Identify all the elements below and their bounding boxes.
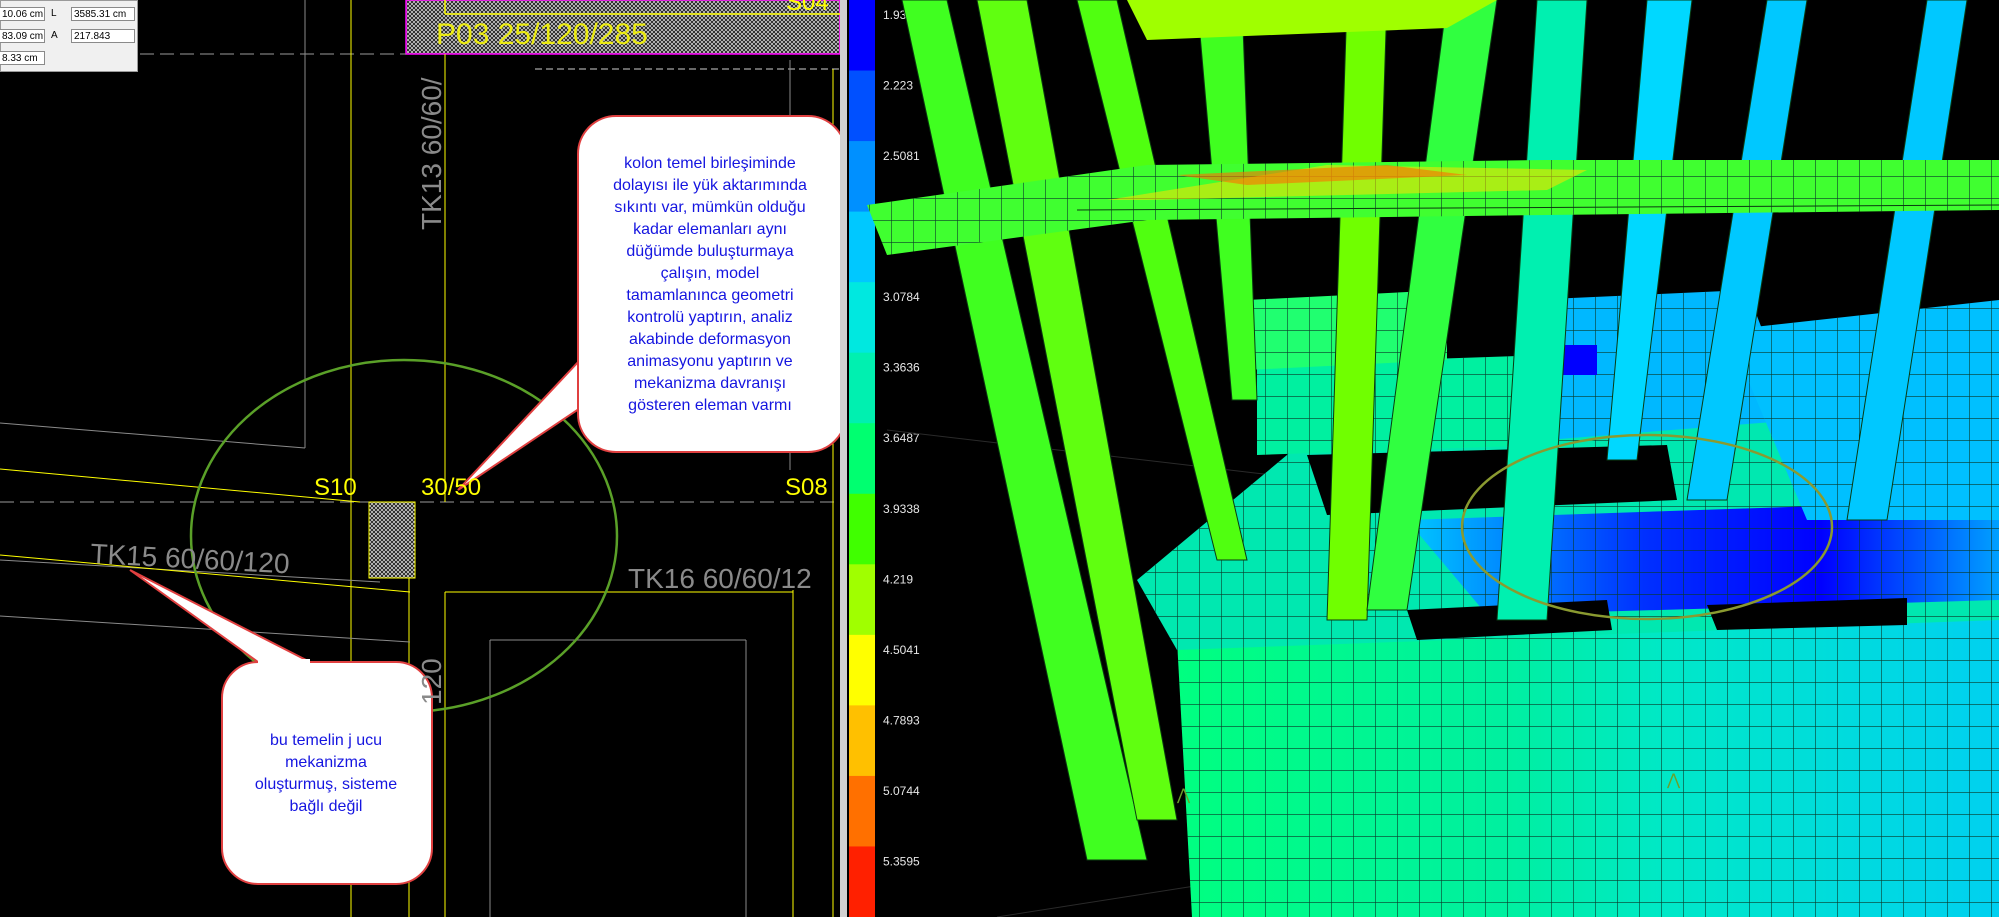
callout-bottom-box bbox=[221, 661, 433, 885]
svg-text:mekanizma davranışı: mekanizma davranışı bbox=[634, 375, 786, 392]
readout-r2-v2: 217.843 bbox=[71, 29, 135, 43]
legend-swatch bbox=[849, 423, 875, 495]
support-icon: ⋀ bbox=[1176, 787, 1191, 804]
column-label-s10: S10 bbox=[314, 474, 357, 501]
legend-swatch bbox=[849, 352, 875, 424]
legend-value: 2.223 bbox=[883, 79, 913, 93]
legend-value: 2.5081 bbox=[883, 149, 920, 163]
fem-drawing[interactable]: 1.93792.2232.50812.79333.07843.36363.648… bbox=[847, 0, 1999, 917]
readout-r1-v2: 3585.31 cm bbox=[71, 7, 135, 21]
readout-r3-v1: 8.33 cm bbox=[0, 51, 45, 65]
legend-value: 4.219 bbox=[883, 572, 913, 586]
column-s10 bbox=[368, 501, 416, 579]
svg-text:kadar elemanları aynı: kadar elemanları aynı bbox=[633, 221, 787, 238]
legend-swatch bbox=[849, 282, 875, 354]
footing-label-tk16: TK16 60/60/12 bbox=[628, 563, 812, 594]
legend-swatch bbox=[849, 70, 875, 142]
legend-swatch bbox=[849, 634, 875, 706]
legend-swatch bbox=[849, 705, 875, 777]
footing-label-tk15: TK15 60/60/120 bbox=[90, 538, 291, 579]
readout-r2-label: A bbox=[51, 30, 58, 41]
column-label-s04: S04 bbox=[786, 0, 829, 16]
legend-swatch bbox=[849, 493, 875, 565]
footing-label-partial: 120 bbox=[416, 658, 447, 705]
legend-swatch bbox=[849, 775, 875, 847]
svg-text:gösteren eleman varmı: gösteren eleman varmı bbox=[628, 397, 792, 414]
cad-plan-view[interactable]: P03 25/120/285 S04 TK13 60/60/ S10 30/50… bbox=[0, 0, 840, 917]
legend-swatch bbox=[849, 846, 875, 917]
legend-swatch bbox=[849, 141, 875, 213]
legend-value: 4.5041 bbox=[883, 643, 920, 657]
footing-label-tk13: TK13 60/60/ bbox=[416, 77, 447, 230]
svg-text:bağlı değil: bağlı değil bbox=[290, 798, 363, 815]
column-label-s08: S08 bbox=[785, 474, 828, 501]
legend-value: 3.0784 bbox=[883, 290, 920, 304]
column-size-label: 30/50 bbox=[421, 474, 481, 501]
svg-text:düğümde buluşturmaya: düğümde buluşturmaya bbox=[626, 243, 793, 260]
cad-drawing[interactable]: P03 25/120/285 S04 TK13 60/60/ S10 30/50… bbox=[0, 0, 840, 917]
legend-value: 3.9338 bbox=[883, 502, 920, 516]
svg-text:tamamlanınca geometri: tamamlanınca geometri bbox=[626, 287, 793, 304]
legend-value: 5.3595 bbox=[883, 854, 920, 868]
readout-r1-v1: 10.06 cm bbox=[0, 7, 45, 21]
svg-text:çalışın, model: çalışın, model bbox=[661, 265, 760, 282]
color-legend: 1.93792.2232.50812.79333.07843.36363.648… bbox=[849, 0, 920, 917]
beam-label-p03: P03 25/120/285 bbox=[436, 18, 648, 51]
svg-text:kolon temel birleşiminde: kolon temel birleşiminde bbox=[624, 155, 796, 172]
svg-text:mekanizma: mekanizma bbox=[285, 754, 367, 771]
legend-value: 4.7893 bbox=[883, 713, 920, 727]
svg-text:bu temelin j ucu: bu temelin j ucu bbox=[270, 732, 382, 749]
readout-r2-v1: 83.09 cm bbox=[0, 29, 45, 43]
legend-swatch bbox=[849, 564, 875, 636]
fem-3d-view[interactable]: 1.93792.2232.50812.79333.07843.36363.648… bbox=[847, 0, 1999, 917]
legend-value: 5.0744 bbox=[883, 784, 920, 798]
legend-swatch bbox=[849, 0, 875, 72]
measurement-readout: 10.06 cm L 3585.31 cm 83.09 cm A 217.843… bbox=[0, 0, 138, 72]
pane-divider[interactable] bbox=[840, 0, 847, 917]
legend-value: 3.3636 bbox=[883, 361, 920, 375]
support-icon: ⋀ bbox=[1666, 772, 1681, 789]
svg-text:akabinde deformasyon: akabinde deformasyon bbox=[629, 331, 791, 348]
svg-text:sıkıntı var, mümkün olduğu: sıkıntı var, mümkün olduğu bbox=[614, 199, 805, 216]
readout-r1-label: L bbox=[51, 8, 57, 19]
svg-text:oluşturmuş, sisteme: oluşturmuş, sisteme bbox=[255, 776, 397, 793]
legend-swatch bbox=[849, 211, 875, 283]
svg-text:animasyonu yaptırın ve: animasyonu yaptırın ve bbox=[627, 353, 793, 370]
svg-text:kontrolü yaptırın, analiz: kontrolü yaptırın, analiz bbox=[627, 309, 792, 326]
svg-text:dolayısı ile yük aktarımında: dolayısı ile yük aktarımında bbox=[613, 177, 807, 194]
callout-bottom-pointer bbox=[129, 569, 311, 663]
